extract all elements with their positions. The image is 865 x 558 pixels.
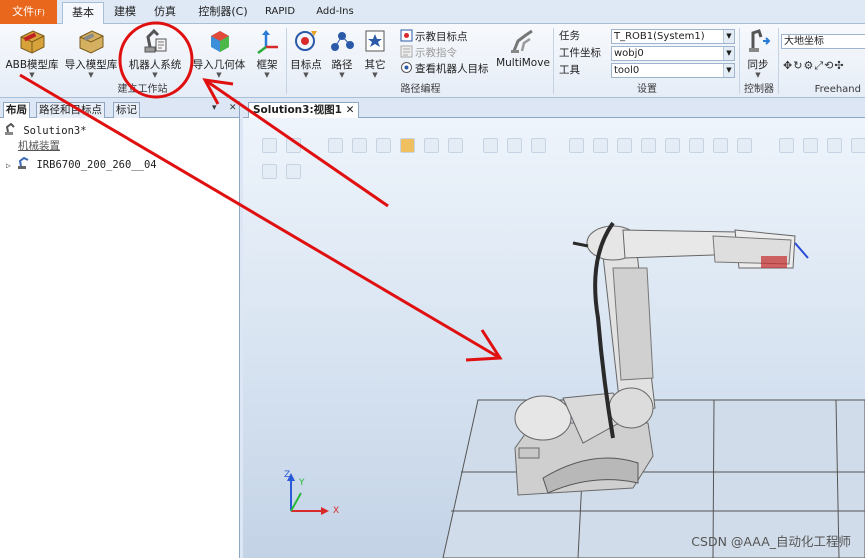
sync-icon: [749, 29, 771, 52]
task-combo[interactable]: T_ROB1(System1) ▼: [611, 29, 735, 44]
view-robot-target-button[interactable]: 查看机器人目标: [400, 61, 489, 77]
chevron-down-icon: ▼: [723, 30, 734, 43]
teach-target-label: 示教目标点: [415, 31, 468, 43]
import-library-button[interactable]: 导入模型库 ▼: [62, 27, 120, 79]
view-robot-target-label: 查看机器人目标: [415, 63, 489, 75]
file-menu[interactable]: 文件(F): [0, 0, 57, 24]
z-axis-label: Z: [284, 470, 291, 480]
view-tab-strip: Solution3:视图1 ✕: [243, 101, 865, 118]
import-geometry-label: 导入几何体: [192, 59, 246, 71]
workobject-label: 工件坐标: [559, 47, 601, 59]
3d-viewport[interactable]: Z Y X: [243, 118, 865, 558]
other-icon: [365, 30, 385, 52]
tab-tags[interactable]: 标记: [113, 102, 140, 118]
x-axis-label: X: [333, 506, 340, 516]
abb-library-label: ABB模型库: [5, 59, 59, 71]
group-separator: [778, 28, 779, 94]
rotate-icon[interactable]: ↻: [793, 59, 803, 72]
move-icon[interactable]: ✥: [783, 59, 793, 72]
teach-target-button[interactable]: 示教目标点: [400, 29, 468, 45]
abb-library-icon: [20, 30, 45, 54]
import-library-icon: [79, 30, 104, 54]
mechanism-header: 机械装置: [18, 140, 60, 152]
multimove-button[interactable]: MultiMove: [496, 27, 550, 77]
tab-layout[interactable]: 布局: [3, 102, 30, 118]
tab-view1[interactable]: Solution3:视图1 ✕: [248, 102, 360, 118]
freehand-tool-icons[interactable]: ✥↻⚙⤢⟲✣: [783, 59, 865, 73]
chevron-down-icon: ▼: [723, 64, 734, 77]
jog-reorient-icon[interactable]: ⟲: [824, 59, 834, 72]
freehand-group-label: Freehand: [814, 84, 861, 95]
close-icon[interactable]: ✕: [346, 104, 355, 116]
axis-triad: [287, 473, 329, 515]
path-button[interactable]: 路径 ▼: [327, 27, 357, 79]
target-icon: [295, 31, 317, 51]
expand-icon[interactable]: ▷: [6, 161, 11, 170]
view-robot-target-icon: [401, 62, 412, 73]
other-button[interactable]: 其它 ▼: [360, 27, 390, 79]
tab-modeling[interactable]: 建模: [106, 2, 144, 24]
robot-system-button[interactable]: 机器人系统 ▼: [124, 27, 186, 79]
scene-canvas: [287, 221, 865, 558]
import-geometry-button[interactable]: 导入几何体 ▼: [190, 27, 248, 79]
frame-label: 框架: [256, 59, 278, 71]
close-icon[interactable]: ✕: [229, 103, 237, 113]
group-separator: [553, 28, 554, 94]
frame-icon: [257, 30, 278, 54]
path-icon: [331, 32, 354, 51]
tab-simulation[interactable]: 仿真: [146, 2, 184, 24]
tool-label: 工具: [559, 64, 580, 76]
chevron-down-icon: ▼: [723, 47, 734, 60]
build-station-group-label: 建立工作站: [117, 84, 168, 95]
other-label: 其它: [364, 59, 386, 71]
robot-system-icon: [144, 28, 167, 53]
sync-label: 同步: [747, 59, 769, 71]
tab-controller[interactable]: 控制器(C): [190, 2, 256, 24]
target-label: 目标点: [290, 59, 322, 71]
group-separator: [286, 28, 287, 94]
teach-instruction-label: 示教指令: [415, 47, 457, 59]
multimove-label: MultiMove: [496, 57, 550, 69]
jog-linear-icon[interactable]: ⤢: [814, 59, 824, 72]
solution-node[interactable]: Solution3*: [4, 122, 87, 138]
panel-tabs: 布局 路径和目标点 标记 ▾ ✕: [0, 101, 239, 118]
task-label: 任务: [559, 30, 580, 42]
tab-rapid[interactable]: RAPID: [260, 2, 300, 24]
menu-bar: 文件(F) 基本 建模 仿真 控制器(C) RAPID Add-Ins: [0, 0, 865, 25]
abb-library-button[interactable]: ABB模型库 ▼: [3, 27, 61, 79]
teach-instruction-icon: [400, 45, 413, 58]
import-geometry-icon: [211, 31, 229, 52]
jog-joint-icon[interactable]: ⚙: [803, 59, 814, 72]
ribbon: ABB模型库 ▼ 导入模型库 ▼ 机器人系统 ▼ 导入几何体 ▼ 框架 ▼ 建立…: [0, 24, 865, 98]
settings-group-label: 设置: [637, 84, 657, 95]
multimove-icon: [511, 29, 533, 53]
station-icon: [5, 122, 15, 135]
tab-add-ins[interactable]: Add-Ins: [310, 2, 360, 24]
path-programming-group-label: 路径编程: [400, 84, 441, 95]
robot-node[interactable]: ▷ IRB6700_200_260__04: [6, 156, 157, 172]
target-button[interactable]: 目标点 ▼: [288, 27, 324, 79]
layout-panel: 布局 路径和目标点 标记 ▾ ✕ Solution3* 机械装置 ▷ IRB67…: [0, 101, 240, 558]
path-label: 路径: [331, 59, 353, 71]
teach-instruction-button[interactable]: 示教指令: [400, 45, 457, 61]
y-axis-label: Y: [299, 478, 305, 488]
controller-group-label: 控制器: [744, 84, 774, 95]
frame-button[interactable]: 框架 ▼: [251, 27, 283, 79]
workobject-combo[interactable]: wobj0 ▼: [611, 46, 735, 61]
tab-basic[interactable]: 基本: [62, 2, 104, 25]
tool-combo[interactable]: tool0 ▼: [611, 63, 735, 78]
robot-system-label: 机器人系统: [128, 59, 182, 71]
tab-paths-targets[interactable]: 路径和目标点: [36, 102, 105, 118]
import-library-label: 导入模型库: [64, 59, 118, 71]
sync-button[interactable]: 同步 ▼: [742, 27, 774, 79]
pin-dropdown-icon[interactable]: ▾: [212, 103, 217, 113]
watermark: CSDN @AAA_自动化工程师: [691, 534, 851, 549]
multi-robot-jog-icon[interactable]: ✣: [834, 59, 844, 72]
teach-target-icon: [400, 29, 413, 42]
reference-frame-combo[interactable]: 大地坐标: [781, 34, 865, 49]
robot-icon: [18, 156, 29, 169]
